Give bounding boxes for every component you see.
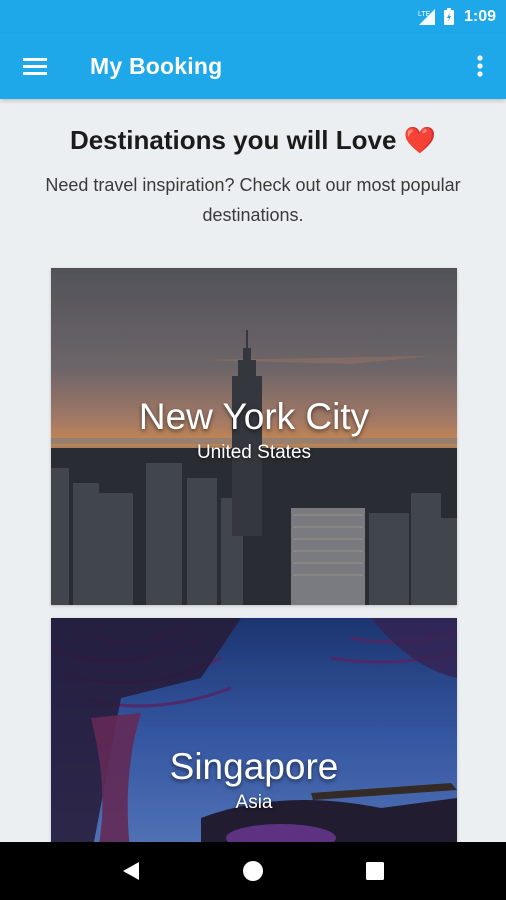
heart-icon: ❤️: [403, 125, 437, 155]
heading-text: Destinations you will Love: [69, 125, 397, 155]
destination-card-singapore[interactable]: Singapore Asia: [51, 618, 457, 842]
back-triangle-icon[interactable]: [106, 846, 156, 896]
main-content: Destinations you will Love ❤️ Need trave…: [0, 99, 506, 842]
page-heading: Destinations you will Love ❤️: [0, 125, 506, 156]
destination-name: New York City: [138, 396, 370, 437]
destination-region: United States: [196, 442, 312, 463]
lte-signal-icon: LTE: [418, 8, 436, 26]
status-bar: LTE 1:09: [0, 0, 506, 33]
recents-square-icon[interactable]: [350, 846, 400, 896]
hamburger-menu-icon[interactable]: [0, 33, 70, 99]
destination-card-new-york[interactable]: New York City United States: [51, 268, 457, 605]
status-time: 1:09: [463, 7, 496, 25]
destination-name: Singapore: [169, 746, 339, 787]
network-label: LTE: [418, 11, 431, 18]
destination-region: Asia: [235, 792, 273, 813]
app-bar: My Booking: [0, 33, 506, 99]
page-subtitle: Need travel inspiration? Check out our m…: [45, 175, 461, 225]
app-title: My Booking: [90, 52, 223, 79]
battery-charging-icon: [443, 8, 454, 25]
home-circle-icon[interactable]: [228, 846, 278, 896]
system-nav-bar: [0, 842, 506, 900]
more-vert-icon[interactable]: [454, 33, 506, 99]
